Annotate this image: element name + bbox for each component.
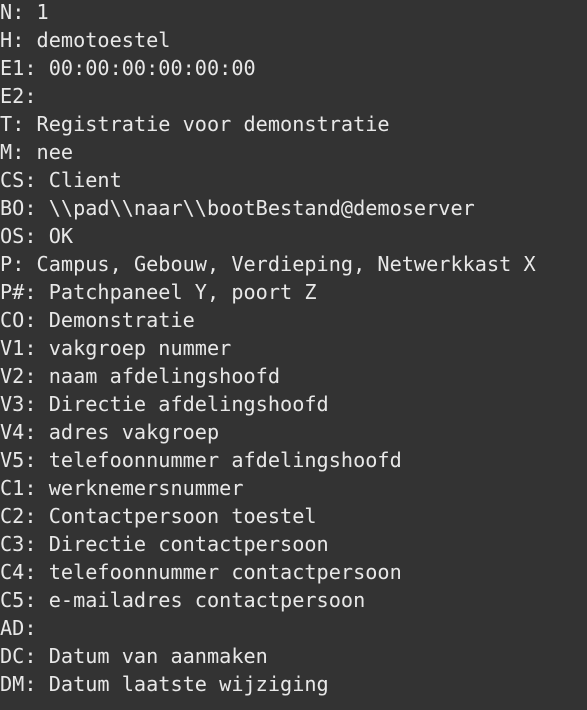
field-key: C5 [0,588,25,612]
field-value: Demonstratie [48,308,195,332]
field-value: Campus, Gebouw, Verdieping, Netwerkkast … [36,252,536,276]
terminal-line: BO: \\pad\\naar\\bootBestand@demoserver [0,196,475,220]
terminal-line: P: Campus, Gebouw, Verdieping, Netwerkka… [0,252,536,276]
terminal-line: C3: Directie contactpersoon [0,532,329,556]
field-value: Contactpersoon toestel [48,504,317,528]
terminal-output: N: 1 H: demotoestel E1: 00:00:00:00:00:0… [0,0,536,698]
terminal-window[interactable]: N: 1 H: demotoestel E1: 00:00:00:00:00:0… [0,0,587,710]
field-value: Client [48,168,122,192]
field-value: OK [48,224,74,248]
field-key: V4 [0,420,25,444]
field-key: C1 [0,476,25,500]
field-key: E2 [0,84,25,108]
field-value: Directie afdelingshoofd [48,392,329,416]
field-key: BO [0,196,25,220]
terminal-line: C2: Contactpersoon toestel [0,504,317,528]
field-value: Datum van aanmaken [48,644,268,668]
field-key: V3 [0,392,25,416]
terminal-line: C5: e-mailadres contactpersoon [0,588,366,612]
terminal-line: CS: Client [0,168,122,192]
field-value: \\pad\\naar\\bootBestand@demoserver [48,196,475,220]
field-value: Patchpaneel Y, poort Z [48,280,317,304]
terminal-line: DC: Datum van aanmaken [0,644,268,668]
field-value: Registratie voor demonstratie [36,112,390,136]
field-key: V2 [0,364,25,388]
terminal-line: CO: Demonstratie [0,308,195,332]
field-key: CO [0,308,25,332]
terminal-line: V4: adres vakgroep [0,420,220,444]
terminal-line: T: Registratie voor demonstratie [0,112,390,136]
field-key: CS [0,168,25,192]
terminal-line: V1: vakgroep nummer [0,336,232,360]
field-key: V5 [0,448,25,472]
field-key: E1 [0,56,25,80]
terminal-line: M: nee [0,140,74,164]
field-value: adres vakgroep [48,420,220,444]
field-key: AD [0,616,25,640]
terminal-line: N: 1 [0,0,49,24]
field-key: C4 [0,560,25,584]
terminal-line: DM: Datum laatste wijziging [0,672,329,696]
field-value: 1 [36,0,49,24]
field-key: P [0,252,13,276]
terminal-line: OS: OK [0,224,74,248]
field-key: H [0,28,13,52]
terminal-line: E2: [0,84,37,108]
field-value: telefoonnummer contactpersoon [48,560,402,584]
terminal-line: H: demotoestel [0,28,171,52]
terminal-line: V3: Directie afdelingshoofd [0,392,329,416]
field-key: C3 [0,532,25,556]
field-value: Directie contactpersoon [48,532,329,556]
field-value: telefoonnummer afdelingshoofd [48,448,402,472]
terminal-line: V2: naam afdelingshoofd [0,364,281,388]
field-key: N [0,0,13,24]
field-key: P# [0,280,25,304]
field-key: M [0,140,13,164]
field-value: 00:00:00:00:00:00 [48,56,256,80]
field-key: OS [0,224,25,248]
field-value: e-mailadres contactpersoon [48,588,366,612]
field-value: werknemersnummer [48,476,244,500]
field-key: C2 [0,504,25,528]
terminal-line: AD: [0,616,37,640]
field-key: DM [0,672,25,696]
field-value: nee [36,140,74,164]
field-key: V1 [0,336,25,360]
field-value: naam afdelingshoofd [48,364,281,388]
field-value: Datum laatste wijziging [48,672,329,696]
terminal-line: P#: Patchpaneel Y, poort Z [0,280,317,304]
terminal-line: E1: 00:00:00:00:00:00 [0,56,256,80]
field-value: vakgroep nummer [48,336,232,360]
terminal-line: C1: werknemersnummer [0,476,244,500]
field-key: T [0,112,13,136]
field-key: DC [0,644,25,668]
terminal-line: V5: telefoonnummer afdelingshoofd [0,448,402,472]
terminal-line: C4: telefoonnummer contactpersoon [0,560,402,584]
field-value: demotoestel [36,28,171,52]
